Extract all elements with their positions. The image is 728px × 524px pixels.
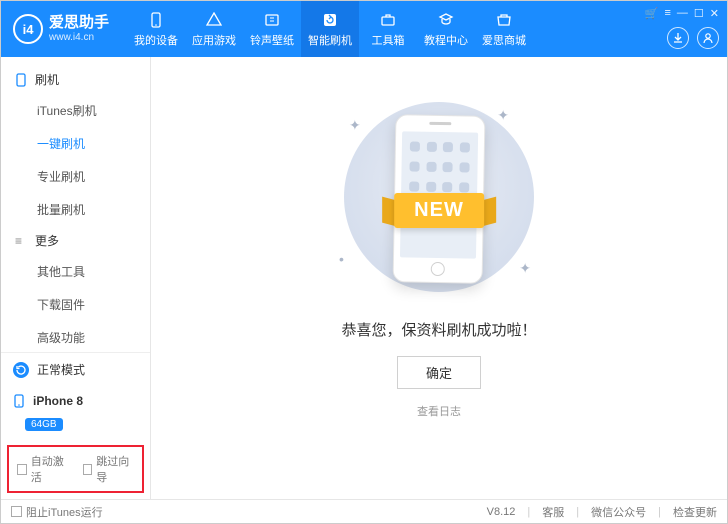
- user-icon: [702, 32, 714, 44]
- sidebar-item-advanced[interactable]: 高级功能: [1, 321, 150, 352]
- storage-badge: 64GB: [25, 418, 63, 431]
- nav-toolbox[interactable]: 工具箱: [359, 1, 417, 57]
- sidebar-item-other-tools[interactable]: 其他工具: [1, 255, 150, 288]
- version-label: V8.12: [487, 506, 516, 518]
- sidebar-group-more: ≡ 更多: [1, 226, 150, 255]
- cart-icon[interactable]: 🛒: [645, 7, 659, 20]
- ringtone-icon: [263, 11, 281, 29]
- footer-link-wechat[interactable]: 微信公众号: [591, 504, 646, 520]
- phone-small-icon: [13, 394, 25, 408]
- user-button[interactable]: [697, 27, 719, 49]
- new-ribbon: NEW: [394, 193, 484, 228]
- apps-icon: [205, 11, 223, 29]
- brand-name: 爱思助手: [49, 15, 109, 32]
- sidebar-item-pro-flash[interactable]: 专业刷机: [1, 160, 150, 193]
- flash-icon: [321, 11, 339, 29]
- refresh-icon: [13, 362, 29, 378]
- app-header: i4 爱思助手 www.i4.cn 我的设备 应用游戏 铃声壁纸 智能刷机: [1, 1, 727, 57]
- main-nav: 我的设备 应用游戏 铃声壁纸 智能刷机 工具箱 教程中心: [127, 1, 533, 57]
- device-mode[interactable]: 正常模式: [1, 353, 150, 386]
- status-bar: 阻止iTunes运行 V8.12 | 客服 | 微信公众号 | 检查更新: [1, 499, 727, 523]
- sidebar-group-flash: 刷机: [1, 65, 150, 94]
- footer-link-support[interactable]: 客服: [542, 504, 564, 520]
- footer-link-update[interactable]: 检查更新: [673, 504, 717, 520]
- sidebar-item-batch-flash[interactable]: 批量刷机: [1, 193, 150, 226]
- store-icon: [495, 11, 513, 29]
- check-skip-wizard[interactable]: 跳过向导: [83, 453, 135, 485]
- connected-device[interactable]: iPhone 8: [1, 386, 150, 416]
- success-message: 恭喜您，保资料刷机成功啦！: [341, 319, 536, 340]
- nav-apps[interactable]: 应用游戏: [185, 1, 243, 57]
- minimize-icon[interactable]: —: [677, 7, 688, 19]
- phone-icon: [15, 73, 29, 87]
- main-content: ✦ ✦ • ✦ NEW 恭喜您，保资料刷机成功啦！ 确定 查看日志: [151, 57, 727, 499]
- maximize-icon[interactable]: ☐: [694, 7, 704, 20]
- nav-tutorial[interactable]: 教程中心: [417, 1, 475, 57]
- download-button[interactable]: [667, 27, 689, 49]
- sidebar-item-download-firmware[interactable]: 下载固件: [1, 288, 150, 321]
- toolbox-icon: [379, 11, 397, 29]
- nav-ringtones[interactable]: 铃声壁纸: [243, 1, 301, 57]
- device-icon: [147, 11, 165, 29]
- sidebar: 刷机 iTunes刷机 一键刷机 专业刷机 批量刷机 ≡ 更多 其他工具 下载固…: [1, 57, 151, 499]
- success-illustration: ✦ ✦ • ✦ NEW: [329, 97, 549, 297]
- highlighted-options: 自动激活 跳过向导: [7, 445, 144, 493]
- app-logo: i4 爱思助手 www.i4.cn: [9, 1, 119, 57]
- nav-store[interactable]: 爱思商城: [475, 1, 533, 57]
- close-icon[interactable]: ✕: [710, 7, 719, 20]
- nav-flash[interactable]: 智能刷机: [301, 1, 359, 57]
- brand-site: www.i4.cn: [49, 32, 109, 43]
- logo-badge: i4: [13, 14, 43, 44]
- tutorial-icon: [437, 11, 455, 29]
- sidebar-item-oneclick-flash[interactable]: 一键刷机: [1, 127, 150, 160]
- sidebar-item-itunes-flash[interactable]: iTunes刷机: [1, 94, 150, 127]
- download-icon: [672, 32, 684, 44]
- more-icon: ≡: [15, 234, 29, 248]
- check-block-itunes[interactable]: 阻止iTunes运行: [11, 504, 103, 520]
- ok-button[interactable]: 确定: [397, 356, 481, 389]
- check-auto-activate[interactable]: 自动激活: [17, 453, 69, 485]
- nav-my-device[interactable]: 我的设备: [127, 1, 185, 57]
- menu-icon[interactable]: ≡: [664, 7, 670, 19]
- view-log-link[interactable]: 查看日志: [417, 403, 461, 419]
